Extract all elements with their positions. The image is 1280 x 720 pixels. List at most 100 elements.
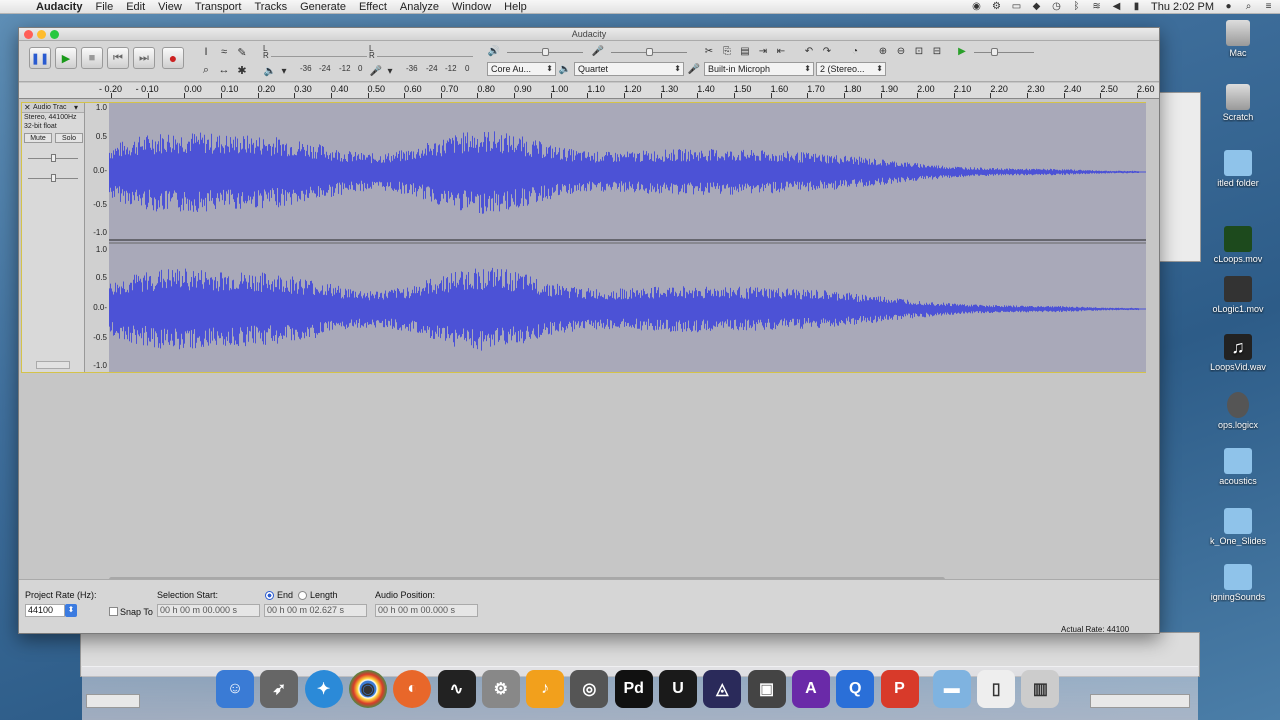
zoom-window-button[interactable] [50,30,59,39]
silence-icon[interactable]: ⇤ [774,44,788,58]
fit-selection-icon[interactable]: ⊡ [912,44,926,58]
play-speed-slider[interactable] [974,52,1034,53]
activity-monitor-icon[interactable]: ∿ [437,670,476,708]
desktop-item-cloops-mov[interactable]: cLoops.mov [1196,226,1280,264]
draw-tool-icon[interactable]: ✎ [234,44,250,60]
output-device-select[interactable]: Quartet [574,62,684,76]
zip-icon[interactable]: ▯ [977,670,1016,708]
menu-transport[interactable]: Transport [195,1,242,13]
desktop-item-folder[interactable]: itled folder [1196,150,1280,188]
launchpad-icon[interactable]: ➶ [260,670,299,708]
trash-icon[interactable]: ▥ [1021,670,1060,708]
recording-meter[interactable] [271,45,367,57]
audio-position-field[interactable]: 00 h 00 m 00.000 s [375,604,478,617]
stop-button[interactable]: ■ [81,47,103,69]
display-status-icon[interactable]: ▭ [1011,2,1022,12]
redo-icon[interactable]: ↷ [820,44,834,58]
pan-slider-knob[interactable] [51,174,56,182]
skip-to-end-button[interactable]: ⏭ [133,47,155,69]
chevron-down-icon[interactable]: ▾ [383,64,397,78]
paste-icon[interactable]: ▤ [738,44,752,58]
gear-status-icon[interactable]: ⚙ [991,2,1002,12]
sync-lock-icon[interactable]: ◔ [848,44,862,58]
zoom-out-icon[interactable]: ⊖ [894,44,908,58]
zoom-tool-icon[interactable]: ⌕ [198,62,214,78]
desktop-item-scratch[interactable]: Scratch [1196,84,1280,122]
vertical-amplitude-scale[interactable]: 1.0 0.5 0.0- -0.5 -1.0 1.0 0.5 0.0- -0.5… [85,103,109,372]
desktop-item-loopsvid-wav[interactable]: ♫ LoopsVid.wav [1196,334,1280,372]
track-close-icon[interactable]: ✕ [24,103,31,112]
menu-view[interactable]: View [158,1,182,13]
play-at-speed-icon[interactable]: ▶ [955,44,969,58]
audio-track[interactable]: ✕ Audio Trac ▾ Stereo, 44100Hz 32-bit fl… [21,102,1146,373]
quicktime-icon[interactable]: Q [836,670,875,708]
timeshift-tool-icon[interactable]: ↔ [216,62,232,78]
time-machine-icon[interactable]: ◷ [1051,2,1062,12]
trim-icon[interactable]: ⇥ [756,44,770,58]
track-name-menu[interactable]: Audio Trac [33,104,66,111]
selection-end-field[interactable]: 00 h 00 m 02.627 s [264,604,367,617]
timeline-ruler[interactable]: - 0.20- 0.10 0.00 0.10 0.20 0.30 0.40 0.50 0.60… [19,83,1159,99]
input-volume-knob[interactable] [646,48,653,56]
zoom-in-icon[interactable]: ⊕ [876,44,890,58]
keynote-icon[interactable]: P [880,670,919,708]
gain-slider-knob[interactable] [51,154,56,162]
menubar-clock[interactable]: Thu 2:02 PM [1151,1,1214,13]
input-channels-select[interactable]: 2 (Stereo... [816,62,886,76]
firefox-icon[interactable]: ◐ [393,670,432,708]
envelope-tool-icon[interactable]: ≈ [216,44,232,60]
desktop-item-mac[interactable]: Mac [1196,20,1280,58]
fit-project-icon[interactable]: ⊟ [930,44,944,58]
cut-icon[interactable]: ✂ [702,44,716,58]
audacity-icon[interactable]: ♪ [526,670,565,708]
menu-window[interactable]: Window [452,1,491,13]
length-radio[interactable] [298,591,307,600]
close-window-button[interactable] [24,30,33,39]
logic-icon[interactable]: ◬ [703,670,742,708]
chevron-down-icon[interactable]: ▾ [74,103,78,112]
dock-left-widget[interactable] [86,694,140,708]
affinity-icon[interactable]: A [791,670,830,708]
menu-effect[interactable]: Effect [359,1,387,13]
compressor-icon[interactable]: ▣ [747,670,786,708]
playback-meter[interactable] [377,45,473,57]
desktop-item-logicx[interactable]: ops.logicx [1196,392,1280,430]
project-rate-stepper[interactable]: ⬍ [65,604,77,617]
disk-utility-icon[interactable]: ◎ [570,670,609,708]
menu-edit[interactable]: Edit [126,1,145,13]
unreal-icon[interactable]: U [659,670,697,708]
multi-tool-icon[interactable]: ✱ [234,62,250,78]
chevron-down-icon[interactable]: ▾ [277,64,291,78]
pause-button[interactable]: ❚❚ [29,47,51,69]
window-titlebar[interactable]: Audacity [19,28,1159,41]
menu-file[interactable]: File [95,1,113,13]
wifi-icon[interactable]: ≋ [1091,2,1102,12]
snap-to-checkbox[interactable] [109,607,118,616]
app-menu[interactable]: Audacity [36,1,82,13]
selection-tool-icon[interactable]: I [198,44,214,60]
chrome-icon[interactable]: ◉ [348,670,387,708]
menu-help[interactable]: Help [504,1,527,13]
waveform-display[interactable] [109,103,1146,372]
pd-icon[interactable]: Pd [614,670,653,708]
track-collapse-button[interactable] [36,361,70,369]
safari-icon[interactable]: ✦ [304,670,343,708]
skip-to-start-button[interactable]: ⏮ [107,47,129,69]
system-preferences-icon[interactable]: ⚙ [481,670,520,708]
desktop-item-sounds[interactable]: igningSounds [1196,564,1280,602]
mute-button[interactable]: Mute [24,133,52,143]
menu-tracks[interactable]: Tracks [255,1,288,13]
desktop-item-ologic1-mov[interactable]: oLogic1.mov [1196,276,1280,314]
play-speed-knob[interactable] [991,48,998,56]
project-rate-select[interactable]: 44100 [25,604,65,617]
copy-icon[interactable]: ⎘ [720,44,734,58]
input-device-select[interactable]: Built-in Microph [704,62,814,76]
record-button[interactable]: ● [162,47,184,69]
finder-icon[interactable]: ☺ [216,670,254,708]
desktop-item-slides[interactable]: k_One_Slides [1196,508,1280,546]
dropbox-status-icon[interactable]: ◆ [1031,2,1042,12]
dock-right-widget[interactable] [1090,694,1190,708]
output-volume-knob[interactable] [542,48,549,56]
user-icon[interactable]: ● [1223,2,1234,12]
selection-start-field[interactable]: 00 h 00 m 00.000 s [157,604,260,617]
